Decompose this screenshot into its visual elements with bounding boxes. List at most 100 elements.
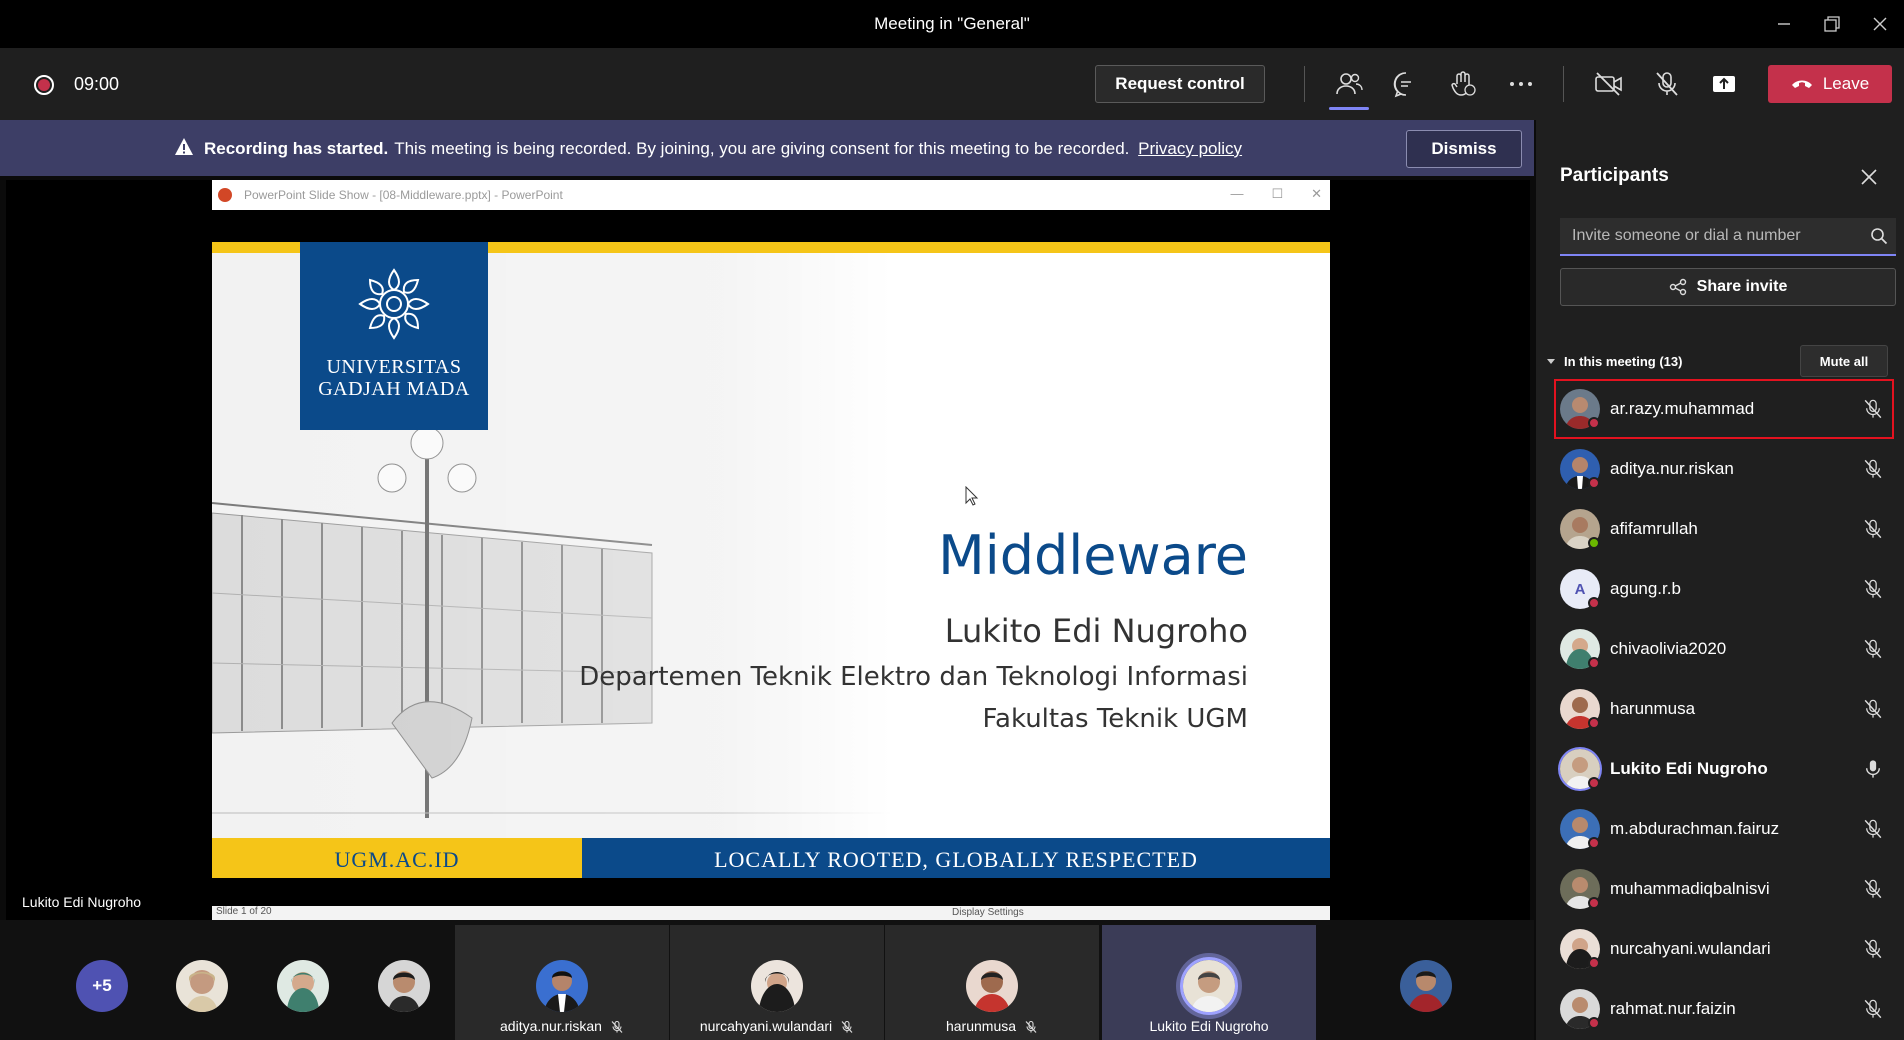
participant-row-presenter[interactable]: Lukito Edi Nugroho — [1554, 739, 1894, 799]
search-icon[interactable] — [1870, 227, 1888, 245]
camera-off-icon — [1595, 72, 1622, 96]
status-busy-indicator — [1588, 657, 1600, 669]
slide-faculty: Fakultas Teknik UGM — [982, 704, 1248, 734]
mic-off-icon[interactable] — [1862, 398, 1884, 420]
mic-off-icon[interactable] — [1862, 518, 1884, 540]
toolbar-divider — [1563, 66, 1564, 102]
status-busy-indicator — [1588, 837, 1600, 849]
share-content-button[interactable] — [1706, 66, 1742, 102]
mic-off-icon[interactable] — [1862, 818, 1884, 840]
slide-footer-right: LOCALLY ROOTED, GLOBALLY RESPECTED — [582, 838, 1330, 878]
status-busy-indicator — [1588, 417, 1600, 429]
more-participants-button[interactable]: +5 — [76, 960, 128, 1012]
participants-button[interactable] — [1329, 66, 1369, 110]
share-invite-button[interactable]: Share invite — [1560, 268, 1896, 306]
status-available-indicator — [1588, 537, 1600, 549]
invite-field-container — [1560, 218, 1896, 256]
participant-list: ar.razy.muhammad aditya.nur.riskan afifa… — [1554, 379, 1894, 1039]
tile-avatar — [1180, 957, 1238, 1015]
close-icon: ✕ — [1311, 186, 1322, 201]
tile-name: nurcahyani.wulandari — [670, 1018, 884, 1034]
participant-name: harunmusa — [1610, 699, 1696, 718]
mic-off-icon — [841, 1020, 853, 1033]
tile-name: Lukito Edi Nugroho — [1149, 1018, 1269, 1034]
participant-row[interactable]: A agung.r.b — [1554, 559, 1894, 619]
participant-row[interactable]: muhammadiqbalnisvi — [1554, 859, 1894, 919]
ugm-emblem-icon — [358, 268, 430, 340]
close-icon — [1873, 17, 1887, 31]
participant-row[interactable]: harunmusa — [1554, 679, 1894, 739]
mic-on-icon[interactable] — [1862, 758, 1884, 780]
window-controls — [1760, 0, 1904, 48]
participant-row[interactable]: rahmat.nur.faizin — [1554, 979, 1894, 1039]
participant-name: ar.razy.muhammad — [1610, 399, 1755, 418]
participant-row[interactable]: ar.razy.muhammad — [1554, 379, 1894, 439]
chevron-down-icon — [1547, 359, 1555, 364]
minimize-button[interactable] — [1760, 0, 1808, 48]
strip-avatar[interactable] — [176, 960, 228, 1012]
participant-row[interactable]: afifamrullah — [1554, 499, 1894, 559]
chat-icon — [1393, 72, 1411, 98]
mic-off-icon[interactable] — [1862, 998, 1884, 1020]
close-icon[interactable] — [1860, 168, 1878, 186]
more-icon — [1510, 82, 1532, 86]
reactions-button[interactable] — [1445, 66, 1481, 102]
slide-counter: Slide 1 of 20 — [216, 906, 272, 917]
video-tile[interactable]: aditya.nur.riskan — [455, 925, 669, 1040]
person-avatar-icon — [1183, 960, 1235, 1012]
title-bar: Meeting in "General" — [0, 0, 1904, 48]
strip-avatar[interactable] — [378, 960, 430, 1012]
participant-row[interactable]: chivaolivia2020 — [1554, 619, 1894, 679]
powerpoint-icon — [218, 188, 232, 202]
tile-avatar — [751, 960, 803, 1012]
mute-all-button[interactable]: Mute all — [1800, 345, 1888, 377]
panel-title: Participants — [1560, 165, 1669, 186]
privacy-policy-link[interactable]: Privacy policy — [1138, 139, 1242, 158]
meeting-toolbar: 09:00 Request control Leave — [0, 48, 1904, 120]
mic-off-icon[interactable] — [1862, 458, 1884, 480]
tile-avatar — [966, 960, 1018, 1012]
invite-input[interactable] — [1572, 227, 1862, 245]
status-busy-indicator — [1588, 717, 1600, 729]
powerpoint-window: PowerPoint Slide Show - [08-Middleware.p… — [212, 180, 1330, 920]
strip-avatar[interactable] — [1400, 960, 1452, 1012]
close-window-button[interactable] — [1856, 0, 1904, 48]
video-tile[interactable]: nurcahyani.wulandari — [670, 925, 884, 1040]
participant-row[interactable]: aditya.nur.riskan — [1554, 439, 1894, 499]
camera-toggle-button[interactable] — [1591, 66, 1627, 102]
participant-row[interactable]: nurcahyani.wulandari — [1554, 919, 1894, 979]
person-avatar-icon — [751, 960, 803, 1012]
maximize-icon: ☐ — [1271, 186, 1284, 201]
mic-off-icon[interactable] — [1862, 878, 1884, 900]
leave-button[interactable]: Leave — [1768, 65, 1892, 103]
strip-avatar[interactable] — [277, 960, 329, 1012]
person-avatar-icon — [1400, 960, 1452, 1012]
participant-row[interactable]: m.abdurachman.fairuz — [1554, 799, 1894, 859]
ugm-logo: UNIVERSITAS GADJAH MADA — [300, 242, 488, 430]
chat-button[interactable] — [1388, 66, 1424, 102]
request-control-button[interactable]: Request control — [1095, 65, 1265, 103]
recording-banner: Recording has started. This meeting is be… — [0, 120, 1534, 176]
video-tile-active-speaker[interactable]: Lukito Edi Nugroho — [1102, 925, 1316, 1040]
powerpoint-statusbar: Slide 1 of 20 Display Settings — [212, 906, 1330, 920]
mic-off-icon[interactable] — [1862, 938, 1884, 960]
mic-off-icon[interactable] — [1862, 638, 1884, 660]
video-tile[interactable]: harunmusa — [885, 925, 1099, 1040]
mic-off-icon[interactable] — [1862, 578, 1884, 600]
more-options-button[interactable] — [1503, 66, 1539, 102]
banner-bold: Recording has started. — [204, 139, 389, 158]
mic-off-icon[interactable] — [1862, 698, 1884, 720]
logo-text-line2: GADJAH MADA — [318, 378, 470, 400]
participant-name: aditya.nur.riskan — [1610, 459, 1734, 478]
tile-name: aditya.nur.riskan — [455, 1018, 669, 1034]
restore-button[interactable] — [1808, 0, 1856, 48]
mic-toggle-button[interactable] — [1649, 66, 1685, 102]
meeting-timer: 09:00 — [74, 74, 120, 94]
dismiss-button[interactable]: Dismiss — [1406, 130, 1522, 168]
person-avatar-icon — [176, 960, 228, 1012]
leave-label: Leave — [1822, 74, 1870, 93]
shared-screen: PowerPoint Slide Show - [08-Middleware.p… — [6, 180, 1530, 920]
participants-icon — [1336, 73, 1363, 95]
banner-message: This meeting is being recorded. By joini… — [394, 139, 1130, 158]
mic-off-icon — [1025, 1020, 1037, 1033]
